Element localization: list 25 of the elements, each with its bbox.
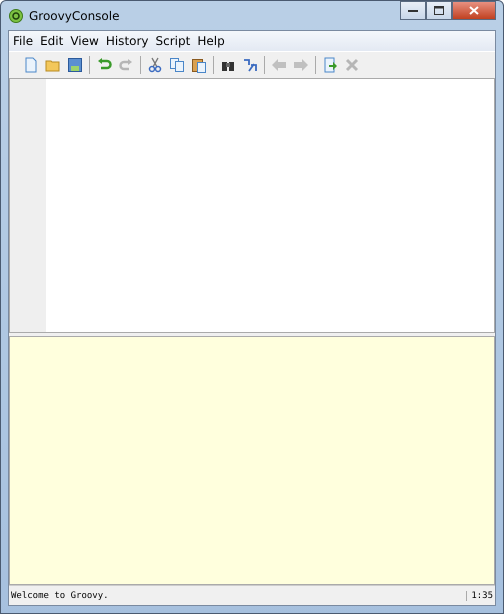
close-button[interactable] [452,1,496,20]
caret-position: 1:35 [466,590,493,600]
window-title: GroovyConsole [29,8,120,22]
redo-icon[interactable] [118,57,134,73]
status-message: Welcome to Groovy. [11,590,109,600]
minimize-button[interactable] [400,1,426,20]
maximize-icon [434,6,444,15]
menu-item[interactable]: Edit [40,34,64,48]
copy-icon[interactable] [169,57,185,73]
run-script-icon[interactable] [322,57,338,73]
menu-item[interactable]: Script [156,34,190,48]
menu-item[interactable]: File [13,34,34,48]
close-icon[interactable] [344,57,360,73]
menu-item[interactable]: Help [197,34,225,48]
menu-item[interactable]: View [70,34,99,48]
app-logo-icon [9,8,23,22]
paste-icon[interactable] [191,57,207,73]
close-icon [469,6,479,15]
save-icon[interactable] [67,57,83,73]
replace-icon[interactable] [242,57,258,73]
minimize-icon [408,8,418,12]
maximize-button[interactable] [426,1,452,20]
cut-icon[interactable] [147,57,163,73]
menu-item[interactable]: History [106,34,149,48]
new-file-icon[interactable] [23,57,39,73]
